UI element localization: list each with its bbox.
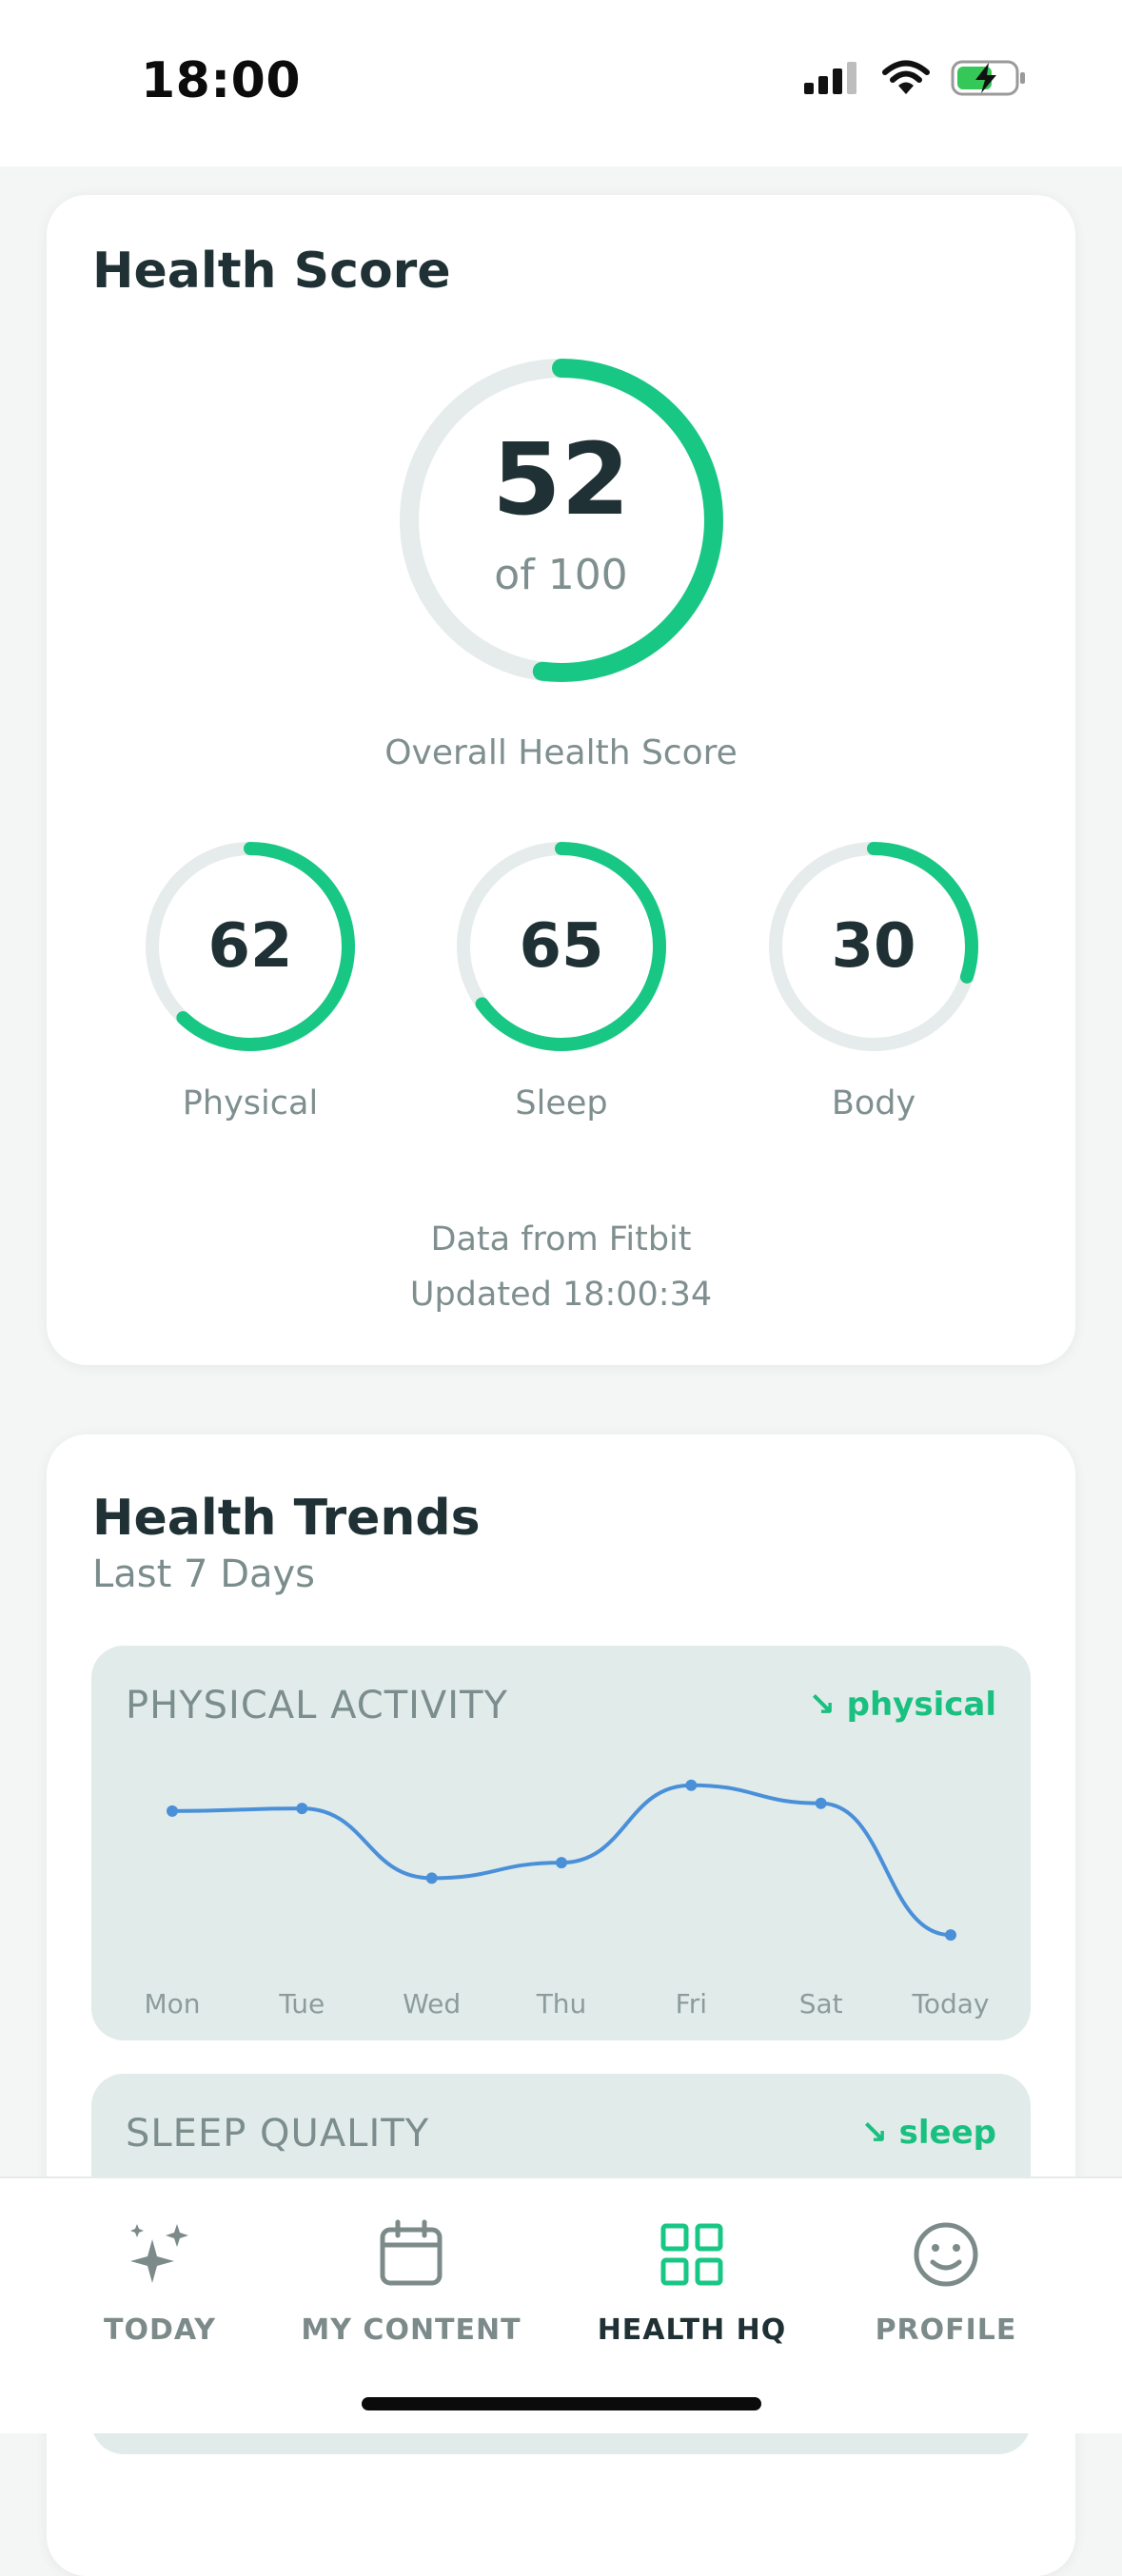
body-score-label: Body (831, 1084, 916, 1122)
status-time: 18:00 (141, 52, 302, 109)
data-source-text: Data from Fitbit (430, 1220, 692, 1259)
overall-score-label: Overall Health Score (384, 733, 738, 772)
physical-score-label: Physical (182, 1084, 319, 1122)
overall-score-value: 52 (492, 421, 630, 537)
sleep-score-ring[interactable]: 65 (452, 837, 671, 1056)
status-icons (804, 59, 1027, 97)
nav-my-content[interactable]: MY CONTENT (297, 2216, 525, 2347)
physical-activity-chart (167, 1779, 956, 1942)
sleep-score-value: 65 (519, 911, 604, 982)
health-score-title: Health Score (92, 243, 451, 300)
day-label: Thu (536, 1988, 587, 2020)
battery-charging-icon (951, 60, 1025, 96)
physical-data-point (556, 1857, 567, 1869)
wifi-icon (882, 60, 930, 94)
health-trends-title: Health Trends (92, 1490, 481, 1547)
day-label: Fri (675, 1988, 707, 2020)
health-score-card: Health Score 52 of 100 Overall Health Sc… (47, 195, 1075, 1365)
day-label: Sat (798, 1988, 843, 2020)
sleep-trend-tag: ↘ sleep (860, 2114, 996, 2152)
nav-profile[interactable]: PROFILE (832, 2216, 1060, 2347)
day-label: Mon (144, 1988, 201, 2020)
sleep-quality-title: SLEEP QUALITY (126, 2112, 430, 2156)
status-bar: 18:00 (0, 0, 1122, 166)
nav-today-label: TODAY (104, 2313, 216, 2347)
home-indicator[interactable] (362, 2397, 761, 2410)
sparkles-icon (130, 2224, 188, 2283)
day-label: Wed (403, 1988, 462, 2020)
physical-data-point (296, 1803, 308, 1815)
physical-data-point (425, 1872, 438, 1884)
day-label: Today (912, 1988, 990, 2020)
body-score-ring[interactable]: 30 (764, 837, 983, 1056)
cellular-signal-icon (804, 62, 856, 94)
sleep-score-label: Sleep (515, 1084, 608, 1122)
smiley-icon (914, 2222, 978, 2287)
nav-today[interactable]: TODAY (46, 2216, 274, 2347)
health-trends-subtitle: Last 7 Days (92, 1552, 316, 1596)
nav-my-content-label: MY CONTENT (301, 2313, 522, 2347)
physical-data-point (167, 1805, 178, 1817)
physical-data-point (815, 1797, 827, 1809)
overall-score-max: of 100 (494, 551, 628, 599)
bottom-nav: TODAY MY CONTENT HEALTH HQ PROFILE (0, 2176, 1122, 2433)
nav-profile-label: PROFILE (875, 2313, 1017, 2347)
physical-activity-panel[interactable]: PHYSICAL ACTIVITY ↘ physical Mon Tue Wed Th… (91, 1646, 1031, 2040)
physical-score-value: 62 (207, 911, 293, 982)
grid-icon (660, 2223, 723, 2286)
nav-health-hq-label: HEALTH HQ (597, 2313, 787, 2347)
last-updated-text: Updated 18:00:34 (409, 1276, 713, 1314)
day-label: Tue (279, 1988, 325, 2020)
nav-health-hq[interactable]: HEALTH HQ (578, 2216, 806, 2347)
physical-data-point (685, 1779, 698, 1791)
calendar-icon (380, 2219, 443, 2286)
physical-score-ring[interactable]: 62 (141, 837, 360, 1056)
physical-data-point (945, 1929, 956, 1942)
body-score-value: 30 (831, 911, 916, 982)
